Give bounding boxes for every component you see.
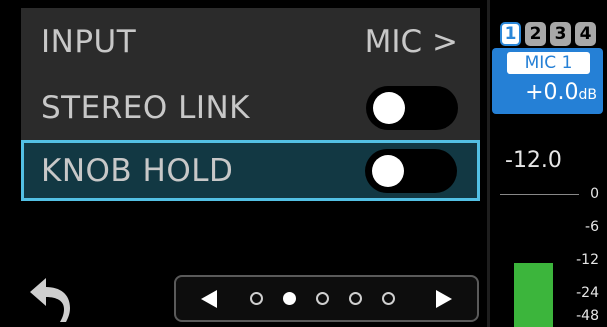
input-row[interactable]: INPUT MIC > bbox=[21, 8, 480, 75]
page-selector bbox=[174, 275, 479, 322]
scale-label-neg6: -6 bbox=[585, 219, 599, 235]
knob-hold-row[interactable]: KNOB HOLD bbox=[21, 140, 480, 201]
stereo-link-toggle[interactable] bbox=[366, 85, 458, 130]
scale-label-neg48: -48 bbox=[576, 308, 599, 324]
channel-tab-2[interactable]: 2 bbox=[525, 22, 546, 46]
gain-value: +0.0 bbox=[525, 80, 579, 105]
input-label: INPUT bbox=[41, 23, 137, 60]
page-dot-4[interactable] bbox=[349, 292, 362, 305]
channel-gain: +0.0dB bbox=[525, 80, 597, 105]
fader-value: -12.0 bbox=[505, 148, 562, 173]
page-dot-2[interactable] bbox=[283, 292, 296, 305]
channel-tab-1[interactable]: 1 bbox=[500, 22, 521, 46]
knob-hold-label: KNOB HOLD bbox=[41, 152, 234, 189]
stereo-link-label: STEREO LINK bbox=[41, 89, 251, 126]
triangle-left-icon[interactable] bbox=[200, 289, 218, 309]
toggle-thumb bbox=[372, 154, 404, 187]
channel-name: MIC 1 bbox=[507, 52, 590, 74]
back-arrow-icon bbox=[30, 278, 70, 322]
scale-label-neg24: -24 bbox=[576, 285, 599, 301]
back-button[interactable] bbox=[26, 276, 76, 322]
stereo-link-row[interactable]: STEREO LINK bbox=[21, 74, 480, 141]
input-value: MIC > bbox=[364, 23, 458, 60]
gain-unit: dB bbox=[578, 87, 598, 103]
panel-divider bbox=[487, 0, 490, 327]
page-dot-1[interactable] bbox=[250, 292, 263, 305]
page-dot-3[interactable] bbox=[316, 292, 329, 305]
level-meter-bar bbox=[514, 263, 553, 327]
scale-label-0: 0 bbox=[590, 186, 599, 202]
mixer-screen: INPUT MIC > STEREO LINK KNOB HOLD 1 2 3 … bbox=[0, 0, 607, 327]
toggle-thumb bbox=[373, 91, 405, 124]
channel-tab-4[interactable]: 4 bbox=[575, 22, 596, 46]
fader-level-line bbox=[500, 194, 579, 195]
channel-tab-3[interactable]: 3 bbox=[550, 22, 571, 46]
triangle-right-icon[interactable] bbox=[435, 289, 453, 309]
channel-info: MIC 1 +0.0dB bbox=[492, 48, 603, 114]
scale-label-neg12: -12 bbox=[576, 252, 599, 268]
page-dot-5[interactable] bbox=[382, 292, 395, 305]
knob-hold-toggle[interactable] bbox=[365, 148, 457, 193]
